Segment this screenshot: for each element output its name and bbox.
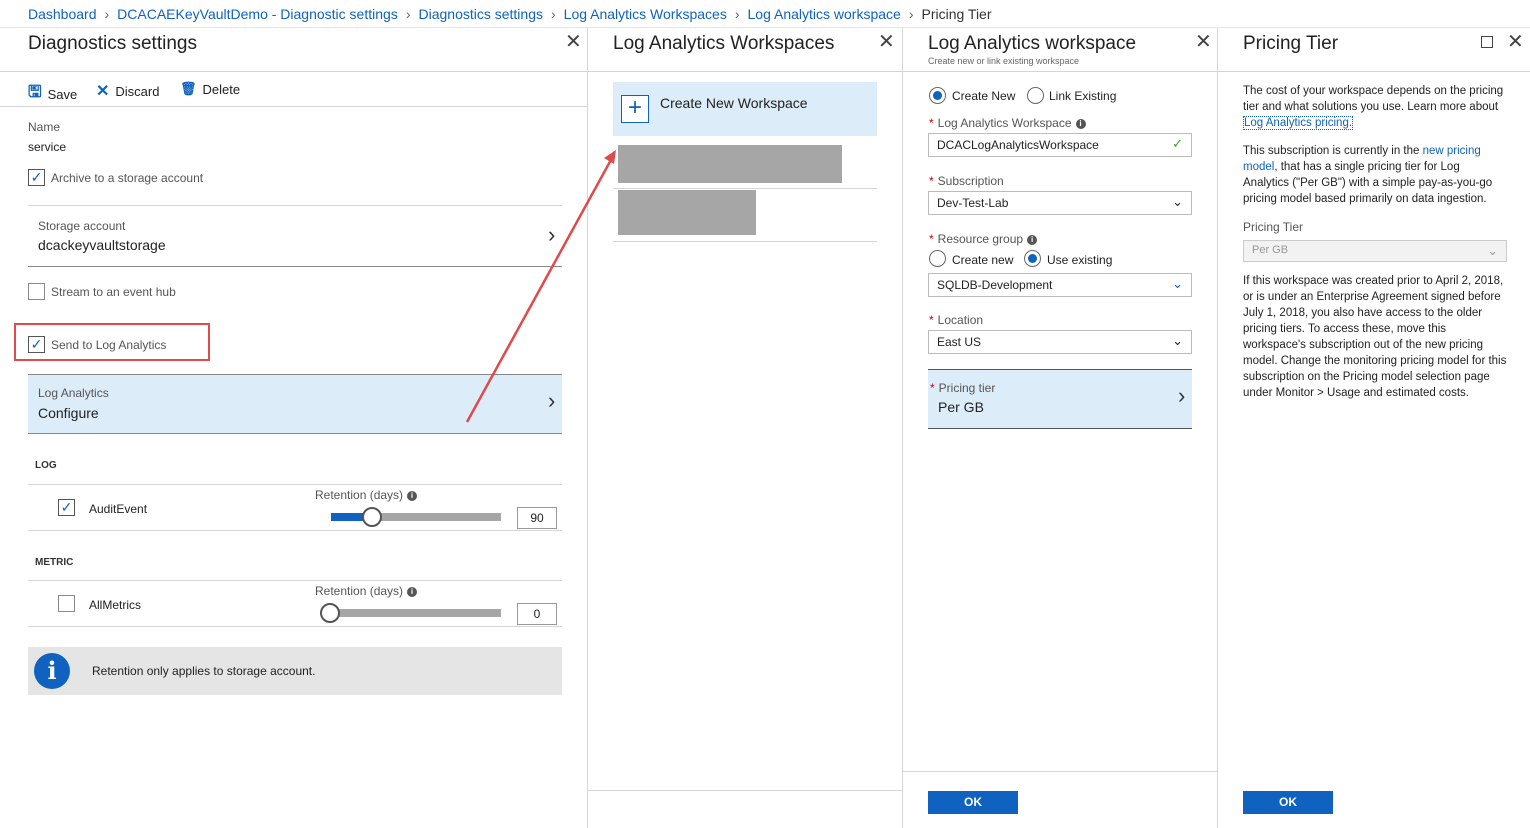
arrow-line <box>465 157 614 423</box>
annotation-arrow <box>465 150 616 423</box>
